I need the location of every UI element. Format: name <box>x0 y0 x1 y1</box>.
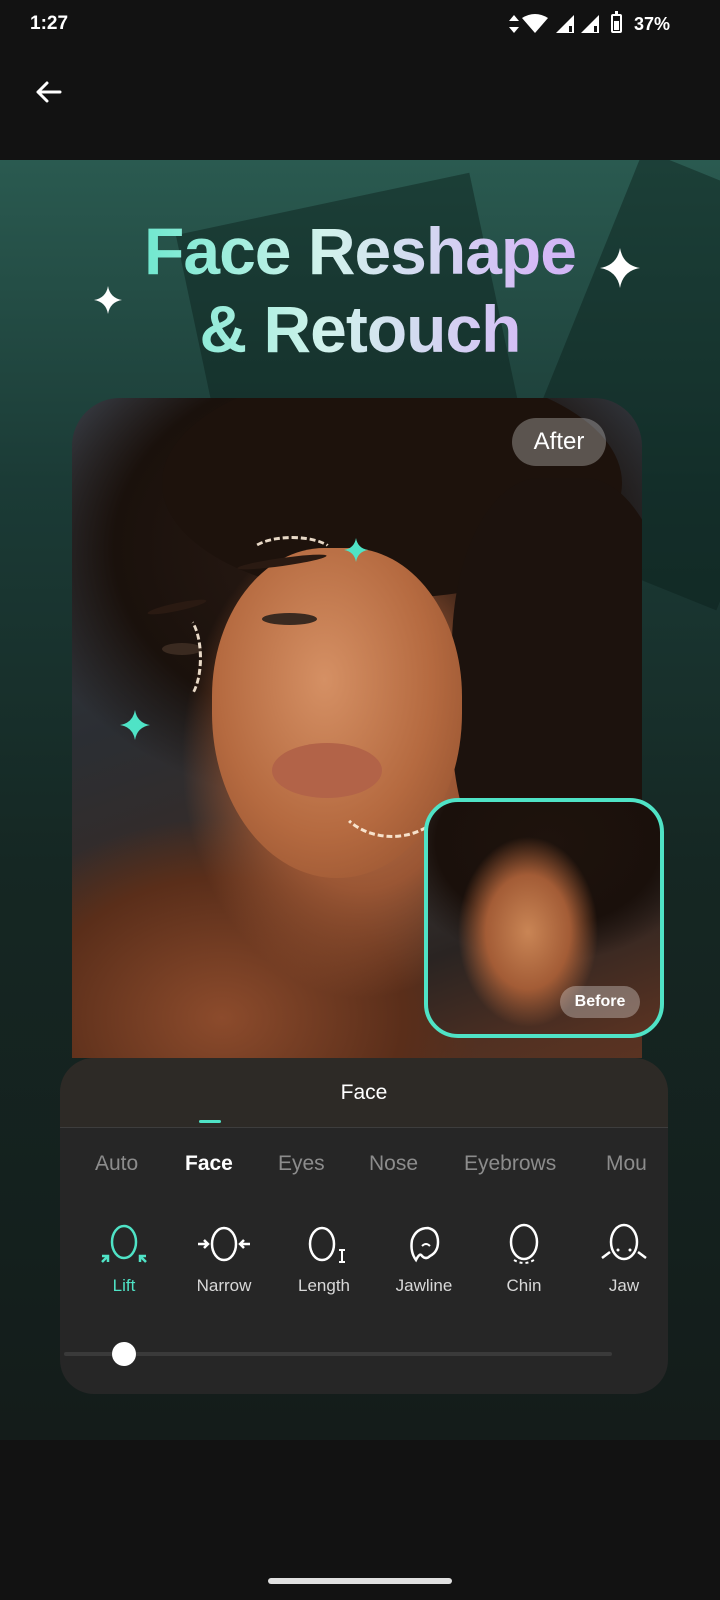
battery-icon <box>611 11 622 33</box>
cheek-guide <box>162 613 202 703</box>
intensity-slider-track[interactable] <box>64 1352 612 1356</box>
tab-active-indicator <box>199 1120 221 1123</box>
tool-label: Jawline <box>395 1276 453 1295</box>
tool-jawline[interactable]: Jawline <box>374 1222 474 1296</box>
sparkle-icon <box>344 538 368 562</box>
edit-panel: Face Auto Face Eyes Nose Eyebrows Mou Li… <box>60 1058 668 1394</box>
tab-mouth[interactable]: Mou <box>606 1152 647 1176</box>
tool-row: Lift Narrow Length Jawline Chin Jaw <box>60 1208 668 1328</box>
signal-icon <box>556 15 574 33</box>
face-narrow-icon <box>198 1226 250 1262</box>
tool-narrow[interactable]: Narrow <box>174 1222 274 1296</box>
tool-label: Chin <box>506 1276 542 1295</box>
chin-icon <box>509 1223 539 1264</box>
sparkle-icon <box>600 248 640 288</box>
panel-title: Face <box>60 1058 668 1128</box>
status-time: 1:27 <box>30 13 69 34</box>
tool-jaw[interactable]: Jaw <box>574 1222 668 1296</box>
signal-icon <box>581 15 599 33</box>
battery-percent: 37% <box>634 14 671 34</box>
jawline-icon <box>410 1226 440 1263</box>
after-badge: After <box>512 418 606 466</box>
tool-label: Lift <box>112 1276 136 1295</box>
brow-guide <box>247 536 337 576</box>
category-tabs: Auto Face Eyes Nose Eyebrows Mou <box>60 1128 668 1208</box>
wifi-icon <box>522 14 548 33</box>
tool-length[interactable]: Length <box>274 1222 374 1296</box>
tab-eyebrows[interactable]: Eyebrows <box>464 1152 556 1176</box>
jaw-icon <box>601 1223 647 1261</box>
tab-face[interactable]: Face <box>185 1152 233 1176</box>
tab-nose[interactable]: Nose <box>369 1152 418 1176</box>
tool-lift[interactable]: Lift <box>74 1222 174 1296</box>
sparkle-icon <box>120 710 150 740</box>
tool-label: Length <box>298 1276 350 1295</box>
arrow-left-icon <box>36 81 62 103</box>
data-arrows-icon <box>509 15 519 33</box>
sparkle-icon <box>94 286 122 314</box>
back-button[interactable] <box>28 72 68 112</box>
home-indicator[interactable] <box>268 1578 452 1584</box>
before-badge: Before <box>560 986 640 1018</box>
tab-eyes[interactable]: Eyes <box>278 1152 325 1176</box>
tool-label: Narrow <box>196 1276 252 1295</box>
tool-chin[interactable]: Chin <box>474 1222 574 1296</box>
face-lift-icon <box>101 1224 147 1263</box>
intensity-slider-thumb[interactable] <box>112 1342 136 1366</box>
tab-auto[interactable]: Auto <box>95 1152 138 1176</box>
tool-label: Jaw <box>608 1276 640 1295</box>
before-thumbnail[interactable]: Before <box>424 798 664 1038</box>
face-length-icon <box>308 1226 345 1263</box>
status-bar: 1:27 37% <box>0 0 720 50</box>
